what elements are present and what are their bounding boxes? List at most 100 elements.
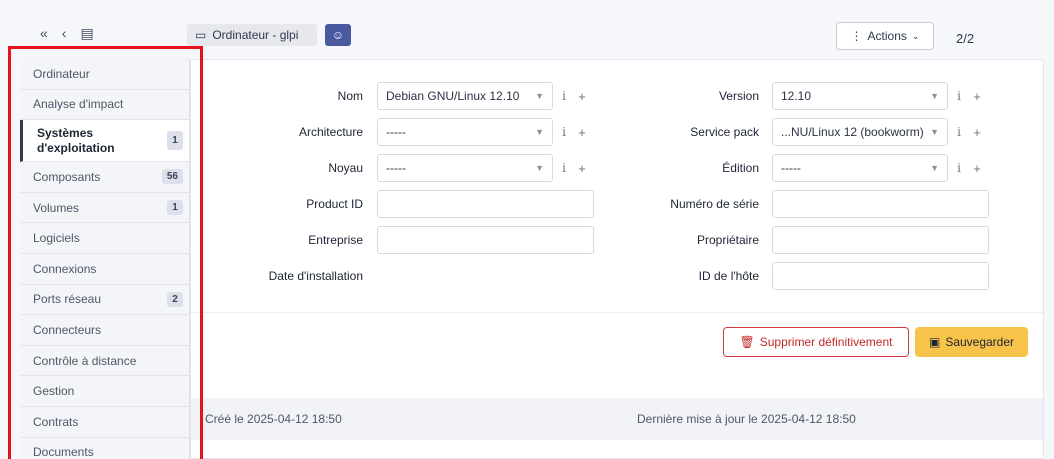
- sidebar-item-controle-distance[interactable]: Contrôle à distance: [20, 345, 189, 377]
- more-vertical-icon: ⋮: [850, 29, 863, 43]
- host-id-row: ID de l'hôte: [631, 262, 989, 290]
- sidebar: Ordinateur Analyse d'impact Systèmes d'e…: [20, 59, 190, 459]
- list-icon[interactable]: ▤: [80, 26, 93, 40]
- caret-down-icon: ▼: [930, 91, 939, 101]
- delete-label: Supprimer définitivement: [759, 335, 893, 349]
- architecture-label: Architecture: [298, 125, 363, 139]
- date-install-label: Date d'installation: [268, 269, 363, 283]
- sidebar-item-contrats[interactable]: Contrats: [20, 406, 189, 438]
- info-icon[interactable]: i: [952, 125, 966, 139]
- edition-select[interactable]: ----- ▼: [772, 154, 948, 182]
- owner-input[interactable]: [772, 226, 989, 254]
- plus-icon[interactable]: +: [970, 161, 984, 176]
- serial-input[interactable]: [772, 190, 989, 218]
- delete-permanently-button[interactable]: 🗑 Supprimer définitivement: [723, 327, 909, 357]
- serial-label: Numéro de série: [670, 197, 759, 211]
- sidebar-item-documents[interactable]: Documents: [20, 437, 189, 459]
- count-badge: 56: [161, 169, 183, 185]
- pager: 2/2: [956, 31, 975, 46]
- sidebar-item-connecteurs[interactable]: Connecteurs: [20, 315, 189, 346]
- info-icon[interactable]: i: [557, 161, 571, 175]
- version-row: Version 12.10 ▼ i +: [631, 82, 984, 110]
- actions-label: Actions: [867, 29, 907, 43]
- noyau-select[interactable]: ----- ▼: [377, 154, 553, 182]
- serial-row: Numéro de série: [631, 190, 989, 218]
- plus-icon[interactable]: +: [575, 161, 589, 176]
- edition-value: -----: [781, 161, 801, 175]
- host-id-label: ID de l'hôte: [698, 269, 759, 283]
- sidebar-item-label: Composants: [33, 169, 101, 184]
- plus-icon[interactable]: +: [970, 125, 984, 140]
- double-chevron-left-icon[interactable]: «: [40, 26, 48, 40]
- info-icon[interactable]: i: [557, 125, 571, 139]
- architecture-value: -----: [386, 125, 406, 139]
- service-pack-select[interactable]: ...NU/Linux 12 (bookworm) ▼: [772, 118, 948, 146]
- entreprise-row: Entreprise: [191, 226, 594, 254]
- sidebar-item-systemes-exploitation[interactable]: Systèmes d'exploitation 1: [20, 120, 189, 163]
- updated-date: Dernière mise à jour le 2025-04-12 18:50: [637, 412, 856, 426]
- plus-icon[interactable]: +: [970, 89, 984, 104]
- caret-down-icon: ▼: [930, 127, 939, 137]
- sidebar-item-label: Volumes: [33, 200, 80, 215]
- caret-down-icon: ▼: [930, 163, 939, 173]
- service-pack-value: ...NU/Linux 12 (bookworm): [781, 125, 924, 139]
- sidebar-item-connexions[interactable]: Connexions: [20, 253, 189, 285]
- robot-button[interactable]: ☺: [325, 24, 351, 46]
- noyau-label: Noyau: [328, 161, 363, 175]
- floppy-disk-icon: ▣: [928, 335, 941, 349]
- sidebar-item-label: Documents: [33, 445, 94, 459]
- sidebar-item-volumes[interactable]: Volumes 1: [20, 192, 189, 224]
- os-form-card: Nom Debian GNU/Linux 12.10 ▼ i + Archite…: [190, 59, 1044, 459]
- sidebar-item-label: Contrats: [33, 414, 79, 429]
- sidebar-item-ordinateur[interactable]: Ordinateur: [20, 59, 189, 90]
- sidebar-item-label: Ordinateur: [33, 66, 90, 81]
- noyau-row: Noyau ----- ▼ i +: [191, 154, 589, 182]
- sidebar-item-label: Logiciels: [33, 231, 80, 246]
- sidebar-item-gestion[interactable]: Gestion: [20, 376, 189, 407]
- breadcrumb[interactable]: ▭ Ordinateur - glpi: [187, 24, 317, 46]
- entreprise-input[interactable]: [377, 226, 594, 254]
- host-id-input[interactable]: [772, 262, 989, 290]
- version-select[interactable]: 12.10 ▼: [772, 82, 948, 110]
- product-id-row: Product ID: [191, 190, 594, 218]
- info-icon[interactable]: i: [952, 161, 966, 175]
- sidebar-item-label: Contrôle à distance: [33, 353, 137, 368]
- edition-row: Édition ----- ▼ i +: [631, 154, 984, 182]
- info-icon[interactable]: i: [557, 89, 571, 103]
- actions-button[interactable]: ⋮ Actions ⌄: [836, 22, 934, 50]
- architecture-row: Architecture ----- ▼ i +: [191, 118, 589, 146]
- divider: [191, 312, 1043, 313]
- sidebar-item-label: Ports réseau: [33, 292, 102, 307]
- owner-row: Propriétaire: [631, 226, 989, 254]
- product-id-input[interactable]: [377, 190, 594, 218]
- edition-label: Édition: [722, 161, 759, 175]
- product-id-label: Product ID: [306, 197, 363, 211]
- caret-down-icon: ▼: [535, 91, 544, 101]
- sidebar-item-ports-reseau[interactable]: Ports réseau 2: [20, 284, 189, 316]
- count-badge: 2: [167, 291, 183, 307]
- top-bar: « ‹ ▤ ▭ Ordinateur - glpi ☺ ⋮ Actions ⌄ …: [0, 0, 1054, 58]
- plus-icon[interactable]: +: [575, 89, 589, 104]
- laptop-icon: ▭: [195, 28, 207, 42]
- trash-icon: 🗑: [739, 335, 755, 349]
- record-footer: Créé le 2025-04-12 18:50 Dernière mise à…: [191, 398, 1043, 440]
- nav-controls: « ‹ ▤: [40, 26, 94, 40]
- count-badge: 1: [167, 200, 183, 216]
- sidebar-item-composants[interactable]: Composants 56: [20, 162, 189, 193]
- nom-label: Nom: [337, 89, 363, 103]
- architecture-select[interactable]: ----- ▼: [377, 118, 553, 146]
- noyau-value: -----: [386, 161, 406, 175]
- sidebar-item-analyse-impact[interactable]: Analyse d'impact: [20, 89, 189, 121]
- robot-icon: ☺: [331, 28, 345, 42]
- version-value: 12.10: [781, 89, 812, 103]
- plus-icon[interactable]: +: [575, 125, 589, 140]
- nom-select[interactable]: Debian GNU/Linux 12.10 ▼: [377, 82, 553, 110]
- chevron-left-icon[interactable]: ‹: [62, 26, 67, 40]
- chevron-down-icon: ⌄: [911, 30, 920, 41]
- info-icon[interactable]: i: [952, 89, 966, 103]
- owner-label: Propriétaire: [696, 233, 759, 247]
- caret-down-icon: ▼: [535, 127, 544, 137]
- save-button[interactable]: ▣ Sauvegarder: [915, 327, 1028, 357]
- sidebar-item-logiciels[interactable]: Logiciels: [20, 223, 189, 254]
- save-label: Sauvegarder: [945, 335, 1015, 349]
